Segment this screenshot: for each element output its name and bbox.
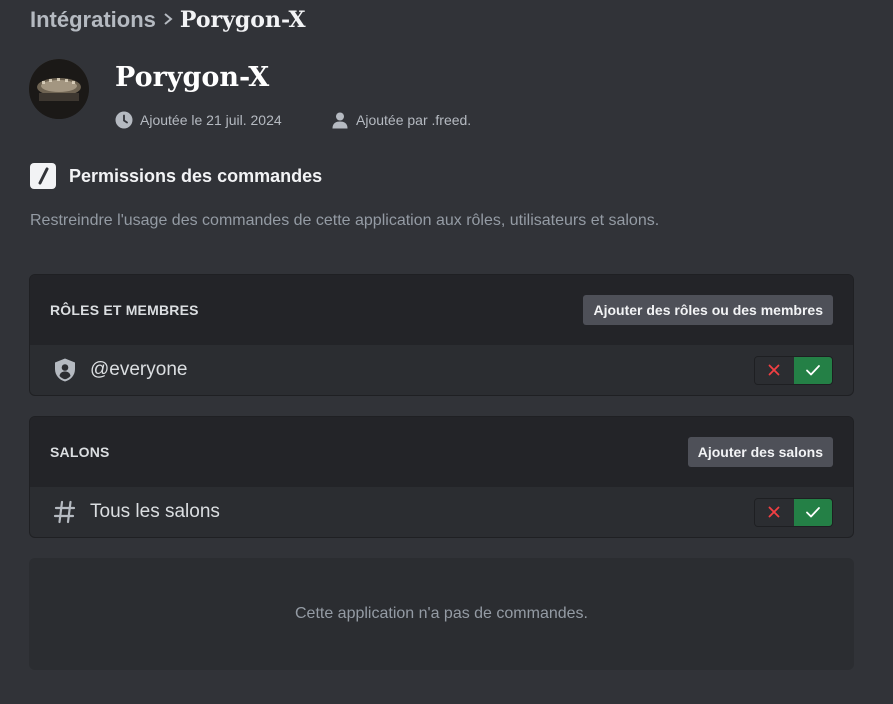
permission-toggle [754,497,833,527]
user-icon [332,112,348,129]
check-icon [805,507,820,518]
channel-name: Tous les salons [90,501,220,522]
channels-header: SALONS Ajouter des salons [30,417,853,487]
add-channels-button[interactable]: Ajouter des salons [687,437,833,467]
app-avatar [29,59,89,119]
roles-members-panel: RÔLES ET MEMBRES Ajouter des rôles ou de… [29,274,854,396]
hashtag-icon [53,500,76,524]
clock-icon [115,111,133,129]
section-title: Permissions des commandes [69,165,323,186]
command-permissions-header: Permissions des commandes [30,163,322,189]
no-commands-text: Cette application n'a pas de commandes. [294,605,588,622]
roles-members-title: RÔLES ET MEMBRES [50,302,199,318]
breadcrumb-chevron-icon [162,10,174,31]
no-commands-panel: Cette application n'a pas de commandes. [29,558,854,670]
check-icon [805,365,820,376]
x-icon [768,364,780,376]
roles-members-header: RÔLES ET MEMBRES Ajouter des rôles ou de… [30,275,853,345]
shield-icon [55,358,75,382]
added-date: Ajoutée le 21 juil. 2024 [115,111,282,129]
permission-row-all-channels: Tous les salons [30,487,853,537]
deny-button[interactable] [755,498,794,526]
add-roles-members-button[interactable]: Ajouter des rôles ou des membres [583,295,833,325]
slash-command-icon [30,163,56,189]
added-by: Ajoutée par .freed. [331,111,471,129]
added-by-text[interactable]: Ajoutée par .freed. [356,112,471,128]
channels-panel: SALONS Ajouter des salons Tous les salon… [29,416,854,538]
permission-toggle [754,355,833,385]
section-description: Restreindre l'usage des commandes de cet… [30,212,660,229]
role-name: @everyone [90,359,188,380]
breadcrumb: Intégrations Porygon-X [30,6,306,34]
x-icon [768,506,780,518]
breadcrumb-current: Porygon-X [179,7,306,33]
allow-button[interactable] [793,356,832,384]
breadcrumb-integrations-link[interactable]: Intégrations [30,7,156,33]
app-name: Porygon-X [115,62,270,93]
added-date-text: Ajoutée le 21 juil. 2024 [140,112,282,128]
permission-row-everyone: @everyone [30,345,853,395]
allow-button[interactable] [793,498,832,526]
deny-button[interactable] [755,356,794,384]
channels-title: SALONS [50,444,110,460]
